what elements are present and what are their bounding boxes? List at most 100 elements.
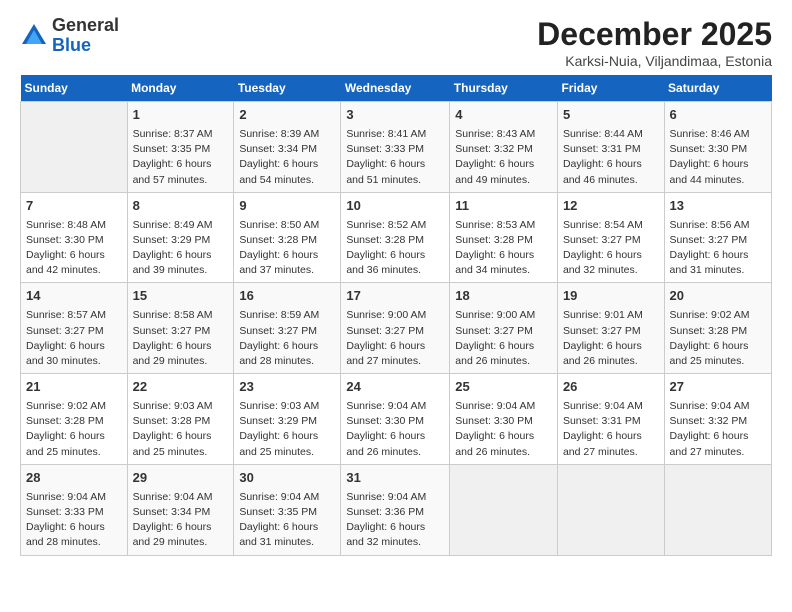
day-info: Sunrise: 8:46 AM Sunset: 3:30 PM Dayligh…	[670, 127, 766, 188]
day-info: Sunrise: 8:50 AM Sunset: 3:28 PM Dayligh…	[239, 218, 335, 279]
day-number: 28	[26, 469, 122, 488]
day-number: 21	[26, 378, 122, 397]
day-info: Sunrise: 9:03 AM Sunset: 3:29 PM Dayligh…	[239, 399, 335, 460]
day-info: Sunrise: 8:57 AM Sunset: 3:27 PM Dayligh…	[26, 308, 122, 369]
day-info: Sunrise: 8:41 AM Sunset: 3:33 PM Dayligh…	[346, 127, 444, 188]
day-of-week-header: Wednesday	[341, 75, 450, 102]
calendar-day-cell: 22 Sunrise: 9:03 AM Sunset: 3:28 PM Dayli…	[127, 374, 234, 465]
calendar-table: SundayMondayTuesdayWednesdayThursdayFrid…	[20, 75, 772, 556]
calendar-week-row: 7 Sunrise: 8:48 AM Sunset: 3:30 PM Daylig…	[21, 192, 772, 283]
day-info: Sunrise: 9:02 AM Sunset: 3:28 PM Dayligh…	[670, 308, 766, 369]
day-info: Sunrise: 8:52 AM Sunset: 3:28 PM Dayligh…	[346, 218, 444, 279]
day-info: Sunrise: 8:56 AM Sunset: 3:27 PM Dayligh…	[670, 218, 766, 279]
calendar-day-cell: 14 Sunrise: 8:57 AM Sunset: 3:27 PM Dayli…	[21, 283, 128, 374]
calendar-day-cell: 24 Sunrise: 9:04 AM Sunset: 3:30 PM Dayli…	[341, 374, 450, 465]
calendar-day-cell: 15Sunrise: 8:58 AM Sunset: 3:27 PM Dayli…	[127, 283, 234, 374]
day-number: 31	[346, 469, 444, 488]
day-info: Sunrise: 9:01 AM Sunset: 3:27 PM Dayligh…	[563, 308, 659, 369]
calendar-day-cell: 28Sunrise: 9:04 AM Sunset: 3:33 PM Dayli…	[21, 464, 128, 555]
calendar-day-cell: 18 Sunrise: 9:00 AM Sunset: 3:27 PM Dayli…	[450, 283, 558, 374]
day-number: 9	[239, 197, 335, 216]
day-number: 30	[239, 469, 335, 488]
calendar-day-cell: 5 Sunrise: 8:44 AM Sunset: 3:31 PM Daylig…	[557, 102, 664, 193]
calendar-day-cell: 19 Sunrise: 9:01 AM Sunset: 3:27 PM Dayli…	[557, 283, 664, 374]
calendar-day-cell: 12Sunrise: 8:54 AM Sunset: 3:27 PM Dayli…	[557, 192, 664, 283]
day-info: Sunrise: 9:04 AM Sunset: 3:30 PM Dayligh…	[455, 399, 552, 460]
day-info: Sunrise: 8:37 AM Sunset: 3:35 PM Dayligh…	[133, 127, 229, 188]
day-info: Sunrise: 9:04 AM Sunset: 3:30 PM Dayligh…	[346, 399, 444, 460]
day-number: 13	[670, 197, 766, 216]
day-of-week-header: Tuesday	[234, 75, 341, 102]
day-number: 19	[563, 287, 659, 306]
day-info: Sunrise: 9:03 AM Sunset: 3:28 PM Dayligh…	[133, 399, 229, 460]
calendar-day-cell: 3 Sunrise: 8:41 AM Sunset: 3:33 PM Daylig…	[341, 102, 450, 193]
logo-text-blue: Blue	[52, 35, 91, 55]
header: General Blue December 2025 Karksi-Nuia, …	[20, 16, 772, 69]
calendar-day-cell: 21 Sunrise: 9:02 AM Sunset: 3:28 PM Dayli…	[21, 374, 128, 465]
calendar-day-cell: 6Sunrise: 8:46 AM Sunset: 3:30 PM Daylig…	[664, 102, 771, 193]
day-number: 29	[133, 469, 229, 488]
calendar-week-row: 21 Sunrise: 9:02 AM Sunset: 3:28 PM Dayli…	[21, 374, 772, 465]
day-info: Sunrise: 9:04 AM Sunset: 3:34 PM Dayligh…	[133, 490, 229, 551]
day-number: 24	[346, 378, 444, 397]
day-number: 14	[26, 287, 122, 306]
calendar-day-cell: 11 Sunrise: 8:53 AM Sunset: 3:28 PM Dayli…	[450, 192, 558, 283]
day-number: 23	[239, 378, 335, 397]
day-info: Sunrise: 8:44 AM Sunset: 3:31 PM Dayligh…	[563, 127, 659, 188]
day-info: Sunrise: 8:48 AM Sunset: 3:30 PM Dayligh…	[26, 218, 122, 279]
day-number: 3	[346, 106, 444, 125]
calendar-day-cell	[557, 464, 664, 555]
calendar-day-cell: 27Sunrise: 9:04 AM Sunset: 3:32 PM Dayli…	[664, 374, 771, 465]
day-info: Sunrise: 8:43 AM Sunset: 3:32 PM Dayligh…	[455, 127, 552, 188]
day-number: 20	[670, 287, 766, 306]
day-of-week-header: Saturday	[664, 75, 771, 102]
calendar-day-cell: 29 Sunrise: 9:04 AM Sunset: 3:34 PM Dayli…	[127, 464, 234, 555]
calendar-day-cell: 4 Sunrise: 8:43 AM Sunset: 3:32 PM Daylig…	[450, 102, 558, 193]
day-info: Sunrise: 8:53 AM Sunset: 3:28 PM Dayligh…	[455, 218, 552, 279]
calendar-day-cell: 30 Sunrise: 9:04 AM Sunset: 3:35 PM Dayli…	[234, 464, 341, 555]
day-number: 4	[455, 106, 552, 125]
logo: General Blue	[20, 16, 119, 56]
day-number: 1	[133, 106, 229, 125]
day-number: 5	[563, 106, 659, 125]
day-of-week-header: Monday	[127, 75, 234, 102]
calendar-day-cell: 8Sunrise: 8:49 AM Sunset: 3:29 PM Daylig…	[127, 192, 234, 283]
calendar-day-cell: 25 Sunrise: 9:04 AM Sunset: 3:30 PM Dayli…	[450, 374, 558, 465]
day-number: 2	[239, 106, 335, 125]
calendar-header-row: SundayMondayTuesdayWednesdayThursdayFrid…	[21, 75, 772, 102]
day-number: 8	[133, 197, 229, 216]
day-of-week-header: Sunday	[21, 75, 128, 102]
day-info: Sunrise: 8:59 AM Sunset: 3:27 PM Dayligh…	[239, 308, 335, 369]
day-info: Sunrise: 9:00 AM Sunset: 3:27 PM Dayligh…	[455, 308, 552, 369]
calendar-day-cell: 13 Sunrise: 8:56 AM Sunset: 3:27 PM Dayli…	[664, 192, 771, 283]
day-number: 10	[346, 197, 444, 216]
calendar-day-cell: 10 Sunrise: 8:52 AM Sunset: 3:28 PM Dayli…	[341, 192, 450, 283]
location-title: Karksi-Nuia, Viljandimaa, Estonia	[537, 53, 772, 69]
day-number: 25	[455, 378, 552, 397]
day-info: Sunrise: 9:04 AM Sunset: 3:32 PM Dayligh…	[670, 399, 766, 460]
calendar-body: 1 Sunrise: 8:37 AM Sunset: 3:35 PM Daylig…	[21, 102, 772, 556]
day-info: Sunrise: 9:02 AM Sunset: 3:28 PM Dayligh…	[26, 399, 122, 460]
day-info: Sunrise: 9:00 AM Sunset: 3:27 PM Dayligh…	[346, 308, 444, 369]
day-number: 16	[239, 287, 335, 306]
day-info: Sunrise: 9:04 AM Sunset: 3:36 PM Dayligh…	[346, 490, 444, 551]
calendar-day-cell: 20 Sunrise: 9:02 AM Sunset: 3:28 PM Dayli…	[664, 283, 771, 374]
day-number: 18	[455, 287, 552, 306]
calendar-day-cell: 26Sunrise: 9:04 AM Sunset: 3:31 PM Dayli…	[557, 374, 664, 465]
month-title: December 2025	[537, 16, 772, 53]
day-number: 11	[455, 197, 552, 216]
day-info: Sunrise: 9:04 AM Sunset: 3:35 PM Dayligh…	[239, 490, 335, 551]
calendar-day-cell	[21, 102, 128, 193]
calendar-day-cell: 17Sunrise: 9:00 AM Sunset: 3:27 PM Dayli…	[341, 283, 450, 374]
calendar-day-cell: 31 Sunrise: 9:04 AM Sunset: 3:36 PM Dayli…	[341, 464, 450, 555]
title-area: December 2025 Karksi-Nuia, Viljandimaa, …	[537, 16, 772, 69]
day-info: Sunrise: 8:54 AM Sunset: 3:27 PM Dayligh…	[563, 218, 659, 279]
day-of-week-header: Friday	[557, 75, 664, 102]
calendar-week-row: 28Sunrise: 9:04 AM Sunset: 3:33 PM Dayli…	[21, 464, 772, 555]
calendar-day-cell: 16 Sunrise: 8:59 AM Sunset: 3:27 PM Dayli…	[234, 283, 341, 374]
day-number: 22	[133, 378, 229, 397]
day-of-week-header: Thursday	[450, 75, 558, 102]
calendar-day-cell: 7 Sunrise: 8:48 AM Sunset: 3:30 PM Daylig…	[21, 192, 128, 283]
day-number: 7	[26, 197, 122, 216]
calendar-day-cell	[664, 464, 771, 555]
